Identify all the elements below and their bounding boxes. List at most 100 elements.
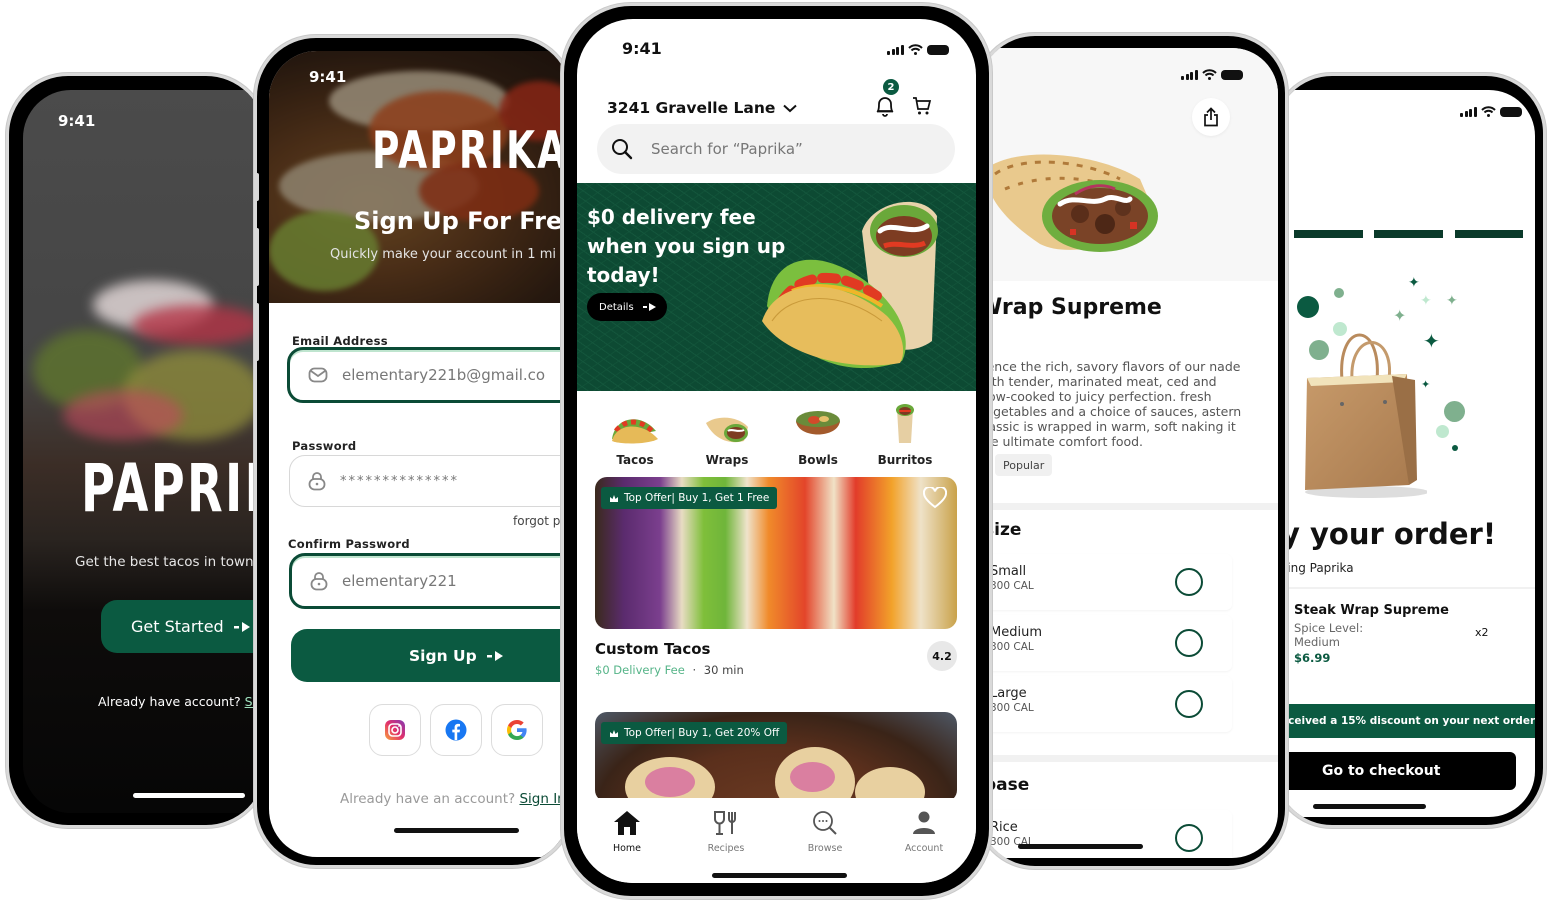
confetti-dot <box>1436 425 1449 438</box>
radio-button[interactable] <box>1175 629 1203 657</box>
signal-icon <box>887 44 904 55</box>
status-time: 9:41 <box>58 112 96 130</box>
sparkle-icon: ✦ <box>1446 293 1458 309</box>
utensils-icon <box>714 811 736 835</box>
size-option-small[interactable]: Small 300 CAL <box>978 554 1232 610</box>
notification-badge: 2 <box>882 78 900 96</box>
category-burritos[interactable]: Burritos <box>870 397 940 467</box>
category-list: Tacos Wraps Bowls Burritos <box>577 397 976 477</box>
order-item-qty: x2 <box>1475 626 1489 639</box>
get-started-button[interactable]: Get Started <box>101 600 265 653</box>
delivery-fee: $0 Delivery Fee <box>595 663 685 677</box>
share-icon <box>1204 107 1218 127</box>
password-label: Password <box>292 439 357 453</box>
confirm-password-field[interactable]: elementary221 <box>289 553 571 609</box>
google-button[interactable] <box>491 704 543 756</box>
instagram-button[interactable] <box>369 704 421 756</box>
category-bowls[interactable]: Bowls <box>783 397 853 467</box>
confetti-dot <box>1452 445 1458 451</box>
product-title: Wrap Supreme <box>978 295 1162 320</box>
checkout-button[interactable]: Go to checkout <box>1275 752 1516 790</box>
signal-icon <box>1181 69 1198 80</box>
home-icon <box>614 811 640 835</box>
product-image-area <box>978 48 1278 281</box>
tab-home[interactable]: Home <box>592 808 662 854</box>
product-detail-screen: Wrap Supreme rience the rich, savory fla… <box>978 48 1278 858</box>
burrito-icon <box>896 404 914 443</box>
phone-signup: 9:41 PAPRIKA Sign Up For Free Quickly ma… <box>254 35 574 868</box>
category-wraps[interactable]: Wraps <box>692 397 762 467</box>
browse-icon <box>813 811 837 835</box>
wifi-icon <box>1480 106 1496 117</box>
sign-in-prompt: Already have account? Sig <box>98 694 264 709</box>
address-label: 3241 Gravelle Lane <box>607 99 776 117</box>
section-divider <box>978 503 1278 510</box>
side-button <box>257 228 259 286</box>
progress-step-1 <box>1294 230 1363 238</box>
wifi-icon <box>1201 69 1217 80</box>
restaurant-card[interactable]: Top Offer| Buy 1, Get 1 Free Custom Taco… <box>595 477 957 677</box>
get-started-label: Get Started <box>131 617 224 636</box>
discount-banner: eceived a 15% discount on your next orde… <box>1275 704 1535 738</box>
sign-up-label: Sign Up <box>409 646 477 665</box>
confirm-password-value: elementary221 <box>342 572 457 590</box>
sign-up-button[interactable]: Sign Up <box>291 629 571 682</box>
confirm-password-label: Confirm Password <box>288 537 410 551</box>
favorite-heart-icon[interactable] <box>923 487 947 509</box>
status-time: 9:41 <box>622 39 662 58</box>
radio-button[interactable] <box>1175 690 1203 718</box>
search-icon <box>612 139 633 160</box>
tab-account[interactable]: Account <box>889 808 959 854</box>
address-selector[interactable]: 3241 Gravelle Lane <box>607 99 798 117</box>
confirmation-heading: y your order! <box>1281 517 1497 551</box>
chevron-down-icon <box>783 104 798 112</box>
arrow-right-icon <box>642 303 656 311</box>
progress-step-2 <box>1374 230 1443 238</box>
status-icons <box>1181 69 1243 80</box>
forgot-password-link[interactable]: forgot p <box>513 514 560 528</box>
password-field[interactable]: ************** <box>289 455 571 507</box>
size-option-large[interactable]: Large 300 CAL <box>978 676 1232 732</box>
size-option-medium[interactable]: Medium 300 CAL <box>978 615 1232 671</box>
share-button[interactable] <box>1192 98 1230 136</box>
sign-in-link[interactable]: Sign In <box>519 791 565 807</box>
confetti-dot <box>1444 401 1465 422</box>
home-indicator <box>133 793 245 798</box>
wrap-icon <box>706 417 748 443</box>
sparkle-icon: ✦ <box>1420 293 1432 309</box>
order-item-spice: Spice Level: Medium <box>1294 621 1364 649</box>
bottom-tab-bar: Home Recipes Browse Account <box>577 798 976 883</box>
order-item-name: Steak Wrap Supreme <box>1294 603 1449 618</box>
wrap-image <box>985 154 1158 252</box>
tab-recipes[interactable]: Recipes <box>691 808 761 854</box>
cart-icon[interactable] <box>912 96 932 116</box>
divider <box>1275 587 1535 589</box>
tab-browse[interactable]: Browse <box>790 808 860 854</box>
promo-banner[interactable]: $0 delivery fee when you sign up today! … <box>577 183 976 391</box>
home-indicator <box>712 873 847 878</box>
confetti-dot <box>1334 288 1344 298</box>
email-field[interactable]: elementary221b@gmail.co <box>287 347 571 403</box>
battery-icon <box>1220 69 1243 80</box>
tagline: Get the best tacos in town <box>75 554 254 570</box>
search-placeholder: Search for “Paprika” <box>651 140 803 158</box>
account-icon <box>913 811 935 834</box>
confetti-dot <box>1297 296 1319 318</box>
phone-home: 9:41 3241 Gravelle Lane 2 Search for “Pa… <box>561 3 992 899</box>
category-tacos[interactable]: Tacos <box>600 397 670 467</box>
side-button <box>257 173 259 201</box>
notification-bell-icon[interactable] <box>874 95 896 117</box>
facebook-button[interactable] <box>430 704 482 756</box>
home-indicator <box>394 828 519 833</box>
restaurant-card[interactable]: Top Offer| Buy 1, Get 20% Off <box>595 712 957 802</box>
radio-button[interactable] <box>1175 824 1203 852</box>
search-input[interactable]: Search for “Paprika” <box>597 124 955 174</box>
sign-in-prompt: Already have an account? Sign In <box>340 791 566 807</box>
status-icons <box>887 44 949 55</box>
confirmation-subheading: sing Paprika <box>1281 561 1354 575</box>
lock-icon <box>308 472 326 491</box>
arrow-right-icon <box>486 650 503 661</box>
details-button[interactable]: Details <box>587 293 667 321</box>
base-option-rice[interactable]: Rice 300 CAL <box>978 810 1232 858</box>
radio-button[interactable] <box>1175 568 1203 596</box>
